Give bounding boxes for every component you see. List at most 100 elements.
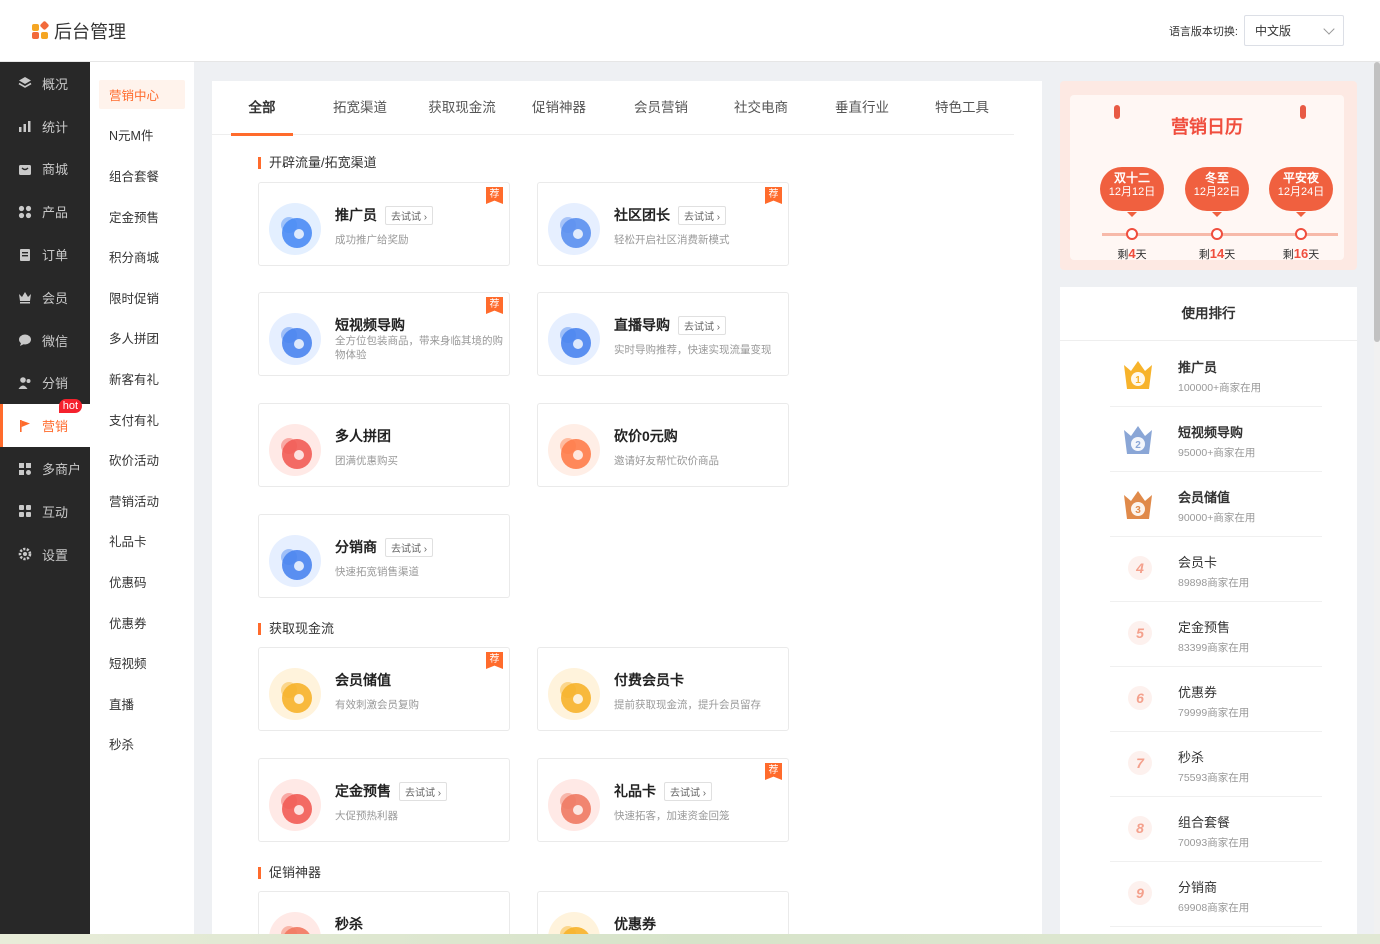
subnav-item[interactable]: 积分商城 [90,236,194,277]
holiday-bubble[interactable]: 双十二 12月12日 [1100,167,1164,217]
ranking-row[interactable]: 6 优惠券 79999商家在用 [1110,668,1322,732]
ranking-row[interactable]: 4 会员卡 89898商家在用 [1110,538,1322,602]
nav-item-10[interactable]: 多商户 [0,447,90,490]
nav-item-3[interactable]: 商城 [0,148,90,191]
subnav-item[interactable]: 直播 [90,683,194,724]
page-scrollbar[interactable] [1374,62,1380,944]
tab-7[interactable]: 垂直行业 [831,81,893,135]
subnav-item[interactable]: 限时促销 [90,277,194,318]
tab-4[interactable]: 促销神器 [528,81,590,135]
ranking-row[interactable]: 3 会员储值 90000+商家在用 [1110,473,1322,537]
try-label: 去试试 [684,211,714,223]
shop-icon [18,162,32,176]
app-logo[interactable]: 后台管理 [32,18,126,44]
card-title: 付费会员卡 [614,672,684,688]
feature-card[interactable]: 礼品卡 去试试 › 快速拓客，加速资金回笼荐 [537,758,789,842]
nav-item-12[interactable]: 设置 [0,533,90,576]
category-tabs: 全部 拓宽渠道 获取现金流 促销神器 会员营销 社交电商 垂直行业 特色工具 [212,81,1014,136]
ranking-row[interactable]: 9 分销商 69908商家在用 [1110,863,1322,927]
nav-item-label: 会员 [42,290,69,306]
subnav-label: 秒杀 [109,738,135,753]
nav-item-8[interactable]: 分销 [0,362,90,405]
nav-item-7[interactable]: 微信 [0,319,90,362]
holiday-name: 冬至 [1204,171,1229,185]
holiday-bubble[interactable]: 冬至 12月22日 [1185,167,1249,217]
subnav-item[interactable]: 秒杀 [90,724,194,765]
nav-item-11[interactable]: 互动 [0,490,90,533]
card-title-row: 礼品卡 去试试 › [614,781,713,801]
svg-text:3: 3 [1135,505,1141,516]
subnav-item[interactable]: 短视频 [90,642,194,683]
ranking-row[interactable]: 2 短视频导购 95000+商家在用 [1110,408,1322,472]
ranking-usage: 70093商家在用 [1178,837,1250,849]
feature-card[interactable]: 社区团长 去试试 › 轻松开启社区消费新模式荐 [537,182,789,266]
subnav-item[interactable]: 定金预售 [90,196,194,237]
chevron-down-icon [1323,22,1335,35]
feature-card[interactable]: 砍价0元购 邀请好友帮忙砍价商品 [537,403,789,487]
subnav-item[interactable]: 砍价活动 [90,439,194,480]
tab-3[interactable]: 获取现金流 [424,81,500,135]
subnav-item[interactable]: 优惠券 [90,602,194,643]
tab-1[interactable]: 全部 [231,81,293,136]
subnav-item[interactable]: 营销活动 [90,480,194,521]
feature-card[interactable]: 分销商 去试试 › 快速拓宽销售渠道 [258,514,510,598]
card-title-row: 砍价0元购 [614,426,678,446]
section-title: 获取现金流 [258,622,334,635]
tab-8[interactable]: 特色工具 [931,81,993,135]
holiday-bubble[interactable]: 平安夜 12月24日 [1269,167,1333,217]
subnav-label: 限时促销 [109,291,160,306]
feature-card[interactable]: 直播导购 去试试 › 实时导购推荐，快速实现流量变现 [537,292,789,376]
subnav-label: 短视频 [109,657,147,672]
subnav-item[interactable]: 多人拼团 [90,318,194,359]
feature-card[interactable]: 短视频导购 全方位包装商品，带来身临其境的购物体验 荐 [258,292,510,376]
nav-item-5[interactable]: 订单 [0,233,90,276]
calendar-title: 营销日历 [1171,117,1243,137]
try-button[interactable]: 去试试 › [678,205,727,225]
feature-card[interactable]: 付费会员卡 提前获取现金流，提升会员留存 [537,647,789,731]
rank-number: 9 [1128,881,1152,905]
app-title: 后台管理 [54,22,126,42]
ranking-row[interactable]: 8 组合套餐 70093商家在用 [1110,798,1322,862]
nav-item-4[interactable]: 产品 [0,190,90,233]
tab-2[interactable]: 拓宽渠道 [329,81,391,135]
try-button[interactable]: 去试试 › [678,315,727,335]
medal-icon: 1 [1118,355,1158,395]
feature-card[interactable]: 推广员 去试试 › 成功推广给奖励荐 [258,182,510,266]
ranking-row[interactable]: 5 定金预售 83399商家在用 [1110,603,1322,667]
feature-card[interactable]: 会员储值 有效刺激会员复购 荐 [258,647,510,731]
ranking-row[interactable]: 1 推广员 100000+商家在用 [1110,343,1322,407]
language-select[interactable]: 中文版 [1244,15,1344,46]
card-title: 推广员 [335,207,377,223]
card-title: 社区团长 [614,207,670,223]
tab-5[interactable]: 会员营销 [630,81,692,135]
ranking-name: 分销商 [1178,880,1218,895]
feature-card[interactable]: 定金预售 去试试 › 大促预热利器 [258,758,510,842]
try-button[interactable]: 去试试 › [399,781,448,801]
nav-item-2[interactable]: 统计 [0,105,90,148]
chat-icon [18,333,32,347]
subnav-item[interactable]: 优惠码 [90,561,194,602]
subnav-item[interactable]: 组合套餐 [90,155,194,196]
card-title-row: 短视频导购 [335,315,405,335]
try-button[interactable]: 去试试 › [385,537,434,557]
subnav-item[interactable]: 新客有礼 [90,358,194,399]
feature-card[interactable]: 多人拼团 团满优惠购买 [258,403,510,487]
ranking-row[interactable]: 7 秒杀 75593商家在用 [1110,733,1322,797]
layers-icon [18,76,32,90]
scrollbar-thumb[interactable] [1374,62,1380,342]
nav-item-9[interactable]: 营销 hot [0,399,90,448]
try-button[interactable]: 去试试 › [664,781,713,801]
subnav-item[interactable]: 礼品卡 [90,521,194,562]
rank-number: 8 [1128,816,1152,840]
subnav-item[interactable]: N元M件 [90,115,194,156]
tab-6[interactable]: 社交电商 [730,81,792,135]
rank-number: 5 [1128,621,1152,645]
holiday-date: 12月24日 [1277,186,1325,198]
subnav-item[interactable]: 支付有礼 [90,399,194,440]
ranking-usage: 100000+商家在用 [1178,382,1262,394]
try-button[interactable]: 去试试 › [385,205,434,225]
subnav-item[interactable]: 营销中心 [90,74,194,115]
card-title: 礼品卡 [614,783,656,799]
nav-item-6[interactable]: 会员 [0,276,90,319]
nav-item-1[interactable]: 概况 [0,62,90,105]
